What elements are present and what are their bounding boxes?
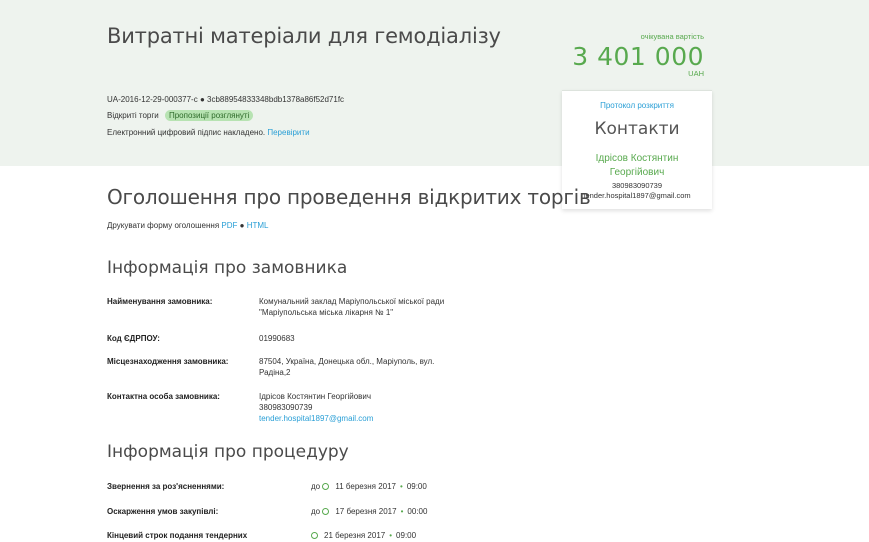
clock-icon [322,508,330,515]
row-value: 01990683 [259,334,295,343]
date-prefix: до [311,482,321,491]
tender-id: UA-2016-12-29-000377-c [107,95,198,104]
status-badge: Пропозиції розглянуті [164,110,254,121]
clock-icon [322,483,330,490]
deadline-time: 00:00 [407,507,428,516]
row-label: Контактна особа замовника: [107,392,220,401]
row-value: до 17 березня 2017 • 00:00 [311,506,511,517]
announcement-title: Оголошення про проведення відкритих торг… [107,185,591,209]
deadline-time: 09:00 [406,482,427,491]
expected-value-label: очікувана вартість [640,32,704,41]
contact-person-name: Ідрісов Костянтин Георгійович [259,392,372,401]
date-prefix: до [311,507,321,516]
tender-title: Витратні матеріали для гемодіалізу [107,24,501,48]
tender-hash: 3cb88954833348bdb1378a86f52d71fc [207,95,345,104]
contacts-title: Контакти [594,119,680,139]
opening-protocol-link[interactable]: Протокол розкриття [562,101,712,110]
signature-line: Електронний цифровий підпис накладено. П… [107,128,310,137]
row-value: 21 березня 2017 • 09:00 [311,530,511,541]
row-value: Комунальний заклад Маріупольської місько… [259,297,445,317]
separator-dot: • [400,482,403,491]
row-label: Код ЄДРПОУ: [107,334,160,343]
signature-text: Електронний цифровий підпис накладено. [107,128,266,137]
procedure-type: Відкриті торги [107,111,159,120]
contact-person-phone: 380983090739 [259,403,313,412]
row-label: Кінцевий строк подання тендерних [107,531,248,540]
contact-person-email-link[interactable]: tender.hospital1897@gmail.com [259,414,373,423]
deadline-date: 11 березня 2017 [335,482,396,491]
row-value: Ідрісов Костянтин Георгійович 3809830907… [259,391,459,424]
row-label: Звернення за роз'ясненнями: [107,482,225,491]
row-value: 87504, Україна, Донецька обл., Маріуполь… [259,357,435,377]
row-label: Місцезнаходження замовника: [107,357,229,366]
currency-label: UAH [688,69,704,78]
expected-value-amount: 3 401 000 [572,42,704,71]
verify-signature-link[interactable]: Перевірити [267,128,309,137]
clock-icon [311,532,318,539]
separator-dot: ● [199,95,208,104]
separator-dot: ● [239,221,247,230]
separator-dot: • [389,531,393,540]
separator-dot: • [400,507,404,516]
row-value: до 11 березня 2017 • 09:00 [311,481,511,492]
tender-status-line: Відкриті торги Пропозиції розглянуті [107,110,254,121]
print-pdf-link[interactable]: PDF [221,221,237,230]
customer-section-title: Інформація про замовника [107,258,348,278]
contact-name: Ідрісов Костянтин Георгійович [595,153,679,178]
procedure-section-title: Інформація про процедуру [107,442,349,462]
print-label: Друкувати форму оголошення [107,221,220,230]
print-html-link[interactable]: HTML [247,221,269,230]
tender-id-line: UA-2016-12-29-000377-c ● 3cb88954833348b… [107,95,344,104]
print-form-line: Друкувати форму оголошення PDF ● HTML [107,221,268,230]
deadline-date: 17 березня 2017 [335,507,397,516]
row-label: Найменування замовника: [107,297,213,306]
deadline-time: 09:00 [396,531,417,540]
row-label: Оскарження умов закупівлі: [107,507,219,516]
deadline-date: 21 березня 2017 [324,531,386,540]
